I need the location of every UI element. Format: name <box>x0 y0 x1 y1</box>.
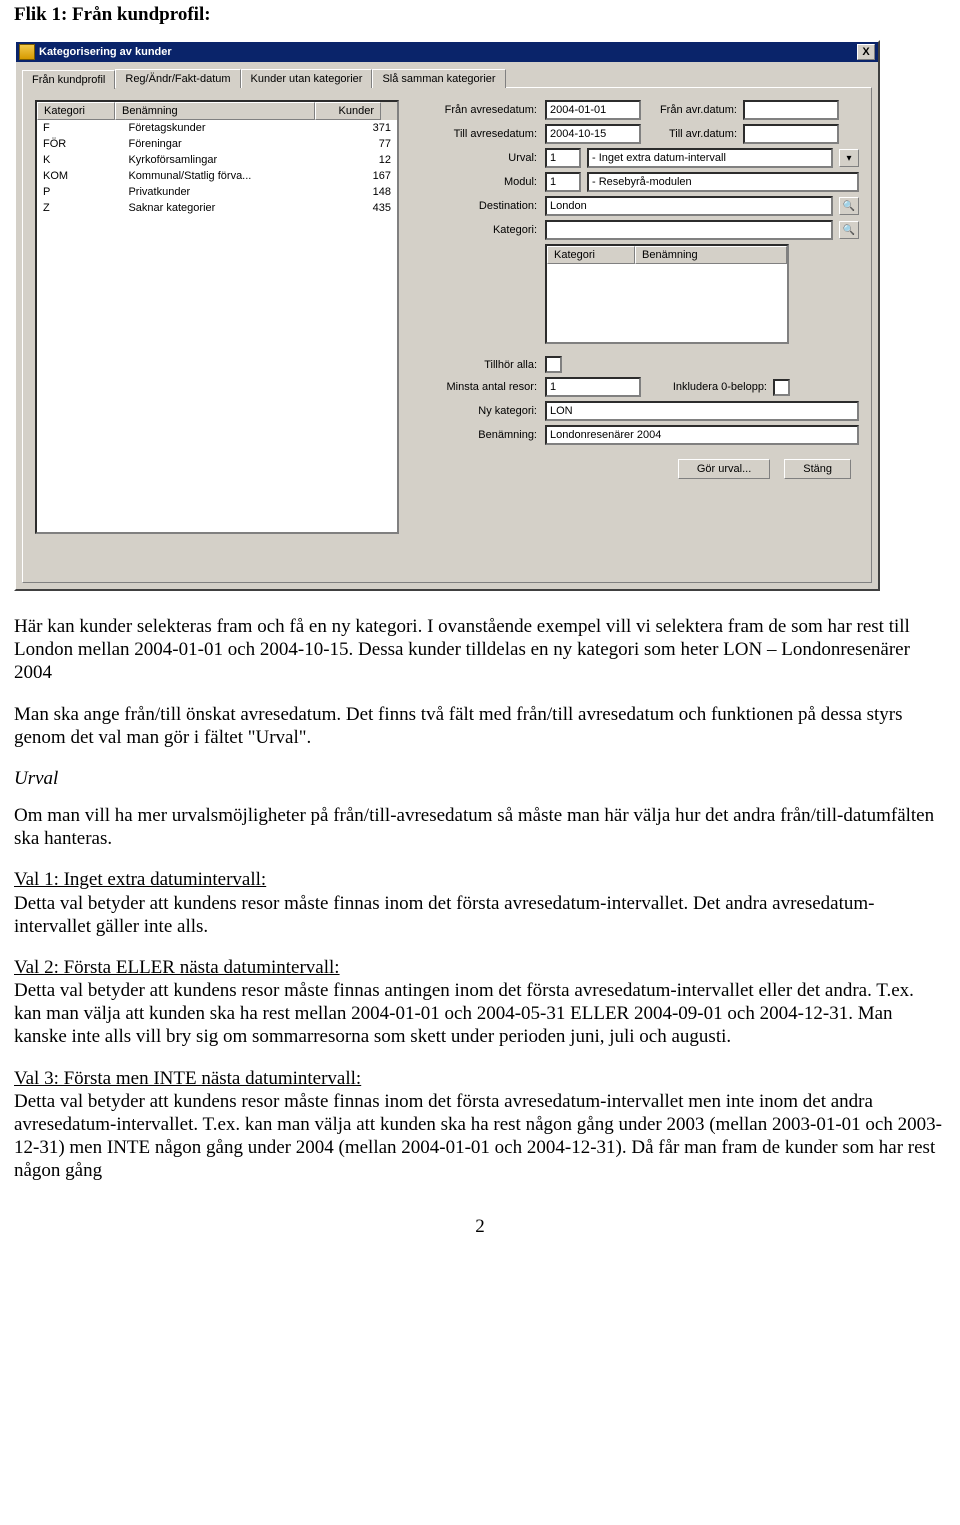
mini-col-kategori[interactable]: Kategori <box>547 246 635 264</box>
modul-text-input[interactable] <box>587 172 859 192</box>
filter-form: Från avresedatum: Från avr.datum: Till a… <box>417 100 859 570</box>
modul-num-input[interactable] <box>545 172 581 192</box>
label: Modul: <box>417 176 539 188</box>
label: Destination: <box>417 200 539 212</box>
paragraph: Val 1: Inget extra datumintervall: Detta… <box>14 868 946 938</box>
till-avresedatum-input[interactable] <box>545 124 641 144</box>
minsta-antal-input[interactable] <box>545 377 641 397</box>
benamning-input[interactable] <box>545 425 859 445</box>
paragraph: Om man vill ha mer urvalsmöjligheter på … <box>14 804 946 850</box>
table-row[interactable]: FÖRFöreningar77 <box>37 136 397 152</box>
label: Ny kategori: <box>417 405 539 417</box>
gor-urval-button[interactable]: Gör urval... <box>678 459 770 479</box>
label: Minsta antal resor: <box>417 381 539 393</box>
text: Detta val betyder att kundens resor måst… <box>14 893 874 937</box>
inkludera-0-checkbox[interactable] <box>773 379 790 396</box>
tillhor-alla-checkbox[interactable] <box>545 356 562 373</box>
tab-fran-kundprofil[interactable]: Från kundprofil <box>22 70 115 89</box>
fran-avresedatum-input[interactable] <box>545 100 641 120</box>
label: Kategori: <box>417 224 539 236</box>
stang-button[interactable]: Stäng <box>784 459 851 479</box>
app-icon <box>19 44 35 60</box>
mini-col-benamning[interactable]: Benämning <box>635 246 787 264</box>
destination-input[interactable] <box>545 196 833 216</box>
tab-panel: Kategori Benämning Kunder FFöretagskunde… <box>22 87 872 583</box>
binoculars-icon[interactable]: 🔍 <box>839 221 859 239</box>
label: Tillhör alla: <box>417 359 539 371</box>
section-heading: Flik 1: Från kundprofil: <box>14 4 946 26</box>
window-title: Kategorisering av kunder <box>39 46 172 58</box>
table-row[interactable]: FFöretagskunder371 <box>37 120 397 136</box>
urval-num-input[interactable] <box>545 148 581 168</box>
table-row[interactable]: KKyrkoförsamlingar12 <box>37 152 397 168</box>
label: Urval: <box>417 152 539 164</box>
paragraph: Man ska ange från/till önskat avresedatu… <box>14 703 946 749</box>
label: Till avresedatum: <box>417 128 539 140</box>
label: Inkludera 0-belopp: <box>647 381 767 393</box>
label: Till avr.datum: <box>647 128 737 140</box>
tab-reg-andr-fakt[interactable]: Reg/Ändr/Fakt-datum <box>115 69 240 88</box>
label: Benämning: <box>417 429 539 441</box>
page-number: 2 <box>14 1216 946 1238</box>
titlebar: Kategorisering av kunder X <box>16 42 878 62</box>
subheading-val1: Val 1: Inget extra datumintervall: <box>14 869 266 890</box>
table-row[interactable]: ZSaknar kategorier435 <box>37 200 397 216</box>
paragraph: Här kan kunder selekteras fram och få en… <box>14 615 946 685</box>
ny-kategori-input[interactable] <box>545 401 859 421</box>
document-body: Här kan kunder selekteras fram och få en… <box>14 615 946 1182</box>
selected-categories-list[interactable]: Kategori Benämning <box>545 244 789 344</box>
fran-avr-datum-input[interactable] <box>743 100 839 120</box>
tabstrip: Från kundprofil Reg/Ändr/Fakt-datum Kund… <box>22 68 872 87</box>
till-avr-datum-input[interactable] <box>743 124 839 144</box>
col-kunder[interactable]: Kunder <box>315 102 381 120</box>
kategori-input[interactable] <box>545 220 833 240</box>
paragraph: Val 3: Första men INTE nästa datuminterv… <box>14 1067 946 1183</box>
paragraph: Val 2: Första ELLER nästa datumintervall… <box>14 956 946 1049</box>
col-kategori[interactable]: Kategori <box>37 102 115 120</box>
subheading-urval: Urval <box>14 767 946 790</box>
table-row[interactable]: KOMKommunal/Statlig förva...167 <box>37 168 397 184</box>
table-row[interactable]: PPrivatkunder148 <box>37 184 397 200</box>
label: Från avr.datum: <box>647 104 737 116</box>
lookup-icon[interactable]: ▾ <box>839 149 859 167</box>
subheading-val2: Val 2: Första ELLER nästa datumintervall… <box>14 957 340 978</box>
tab-kunder-utan-kategorier[interactable]: Kunder utan kategorier <box>241 69 373 88</box>
tab-sla-samman-kategorier[interactable]: Slå samman kategorier <box>372 69 505 88</box>
binoculars-icon[interactable]: 🔍 <box>839 197 859 215</box>
text: Detta val betyder att kundens resor måst… <box>14 1091 942 1182</box>
dialog-window: Kategorisering av kunder X Från kundprof… <box>14 40 880 591</box>
category-list[interactable]: Kategori Benämning Kunder FFöretagskunde… <box>35 100 399 534</box>
text: Detta val betyder att kundens resor måst… <box>14 980 914 1047</box>
close-icon[interactable]: X <box>857 44 875 60</box>
subheading-val3: Val 3: Första men INTE nästa datuminterv… <box>14 1068 361 1089</box>
label: Från avresedatum: <box>417 104 539 116</box>
urval-text-input[interactable] <box>587 148 833 168</box>
col-benamning[interactable]: Benämning <box>115 102 315 120</box>
